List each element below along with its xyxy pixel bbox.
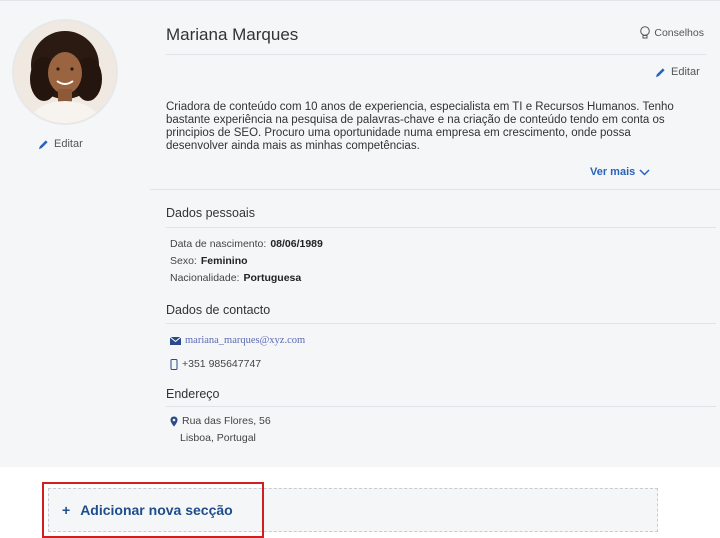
contact-data-title: Dados de contacto: [166, 303, 271, 317]
divider: [150, 189, 720, 190]
birth-date-label: Data de nascimento:: [170, 238, 267, 250]
see-more-button[interactable]: Ver mais: [590, 166, 650, 178]
sex-label: Sexo:: [170, 255, 197, 267]
chevron-down-icon: [639, 168, 650, 176]
birth-date-value: 08/06/1989: [270, 238, 323, 250]
email-link[interactable]: mariana_marques@xyz.com: [185, 335, 305, 346]
edit-bio-button[interactable]: Editar: [655, 66, 700, 78]
plus-icon: +: [62, 502, 71, 518]
map-pin-icon: [170, 416, 178, 426]
phone-icon: [170, 358, 178, 370]
profile-name: Mariana Marques: [166, 25, 299, 44]
add-section-label[interactable]: + Adicionar nova secção: [62, 502, 233, 518]
sex-row: Sexo: Feminino: [170, 255, 248, 267]
nationality-row: Nacionalidade: Portuguesa: [170, 272, 301, 284]
personal-data-title: Dados pessoais: [166, 206, 255, 220]
sex-value: Feminino: [200, 255, 248, 267]
avatar[interactable]: [12, 19, 118, 125]
edit-photo-button[interactable]: Editar: [38, 138, 83, 150]
address-line-2: Lisboa, Portugal: [180, 432, 256, 444]
pencil-icon: [655, 67, 665, 77]
email-row: mariana_marques@xyz.com: [170, 335, 305, 346]
bio-text: Criadora de conteúdo com 10 anos de expe…: [166, 101, 674, 152]
nationality-value: Portuguesa: [243, 272, 302, 284]
divider: [166, 406, 716, 407]
divider: [166, 323, 716, 324]
nationality-label: Nacionalidade:: [170, 272, 240, 284]
tips-label: Conselhos: [654, 26, 704, 39]
see-more-label: Ver mais: [590, 166, 636, 178]
add-section-text: Adicionar nova secção: [80, 502, 233, 518]
edit-photo-label: Editar: [54, 138, 83, 150]
address-row: Rua das Flores, 56: [170, 415, 271, 427]
profile-photo: [14, 21, 116, 123]
address-line-1: Rua das Flores, 56: [182, 415, 271, 427]
phone-value: +351 985647747: [182, 358, 262, 370]
pencil-icon: [38, 139, 48, 149]
birth-date-row: Data de nascimento: 08/06/1989: [170, 238, 323, 250]
phone-row: +351 985647747: [170, 358, 261, 370]
divider: [166, 54, 706, 55]
edit-bio-label: Editar: [671, 66, 700, 78]
address-title: Endereço: [166, 387, 220, 401]
divider: [166, 227, 716, 228]
address-line-2-row: Lisboa, Portugal: [180, 432, 256, 444]
envelope-icon: [170, 336, 181, 345]
lightbulb-icon: [640, 26, 651, 39]
tips-button[interactable]: Conselhos: [639, 26, 704, 39]
profile-card: Editar Mariana Marques Conselhos Editar …: [0, 0, 720, 467]
